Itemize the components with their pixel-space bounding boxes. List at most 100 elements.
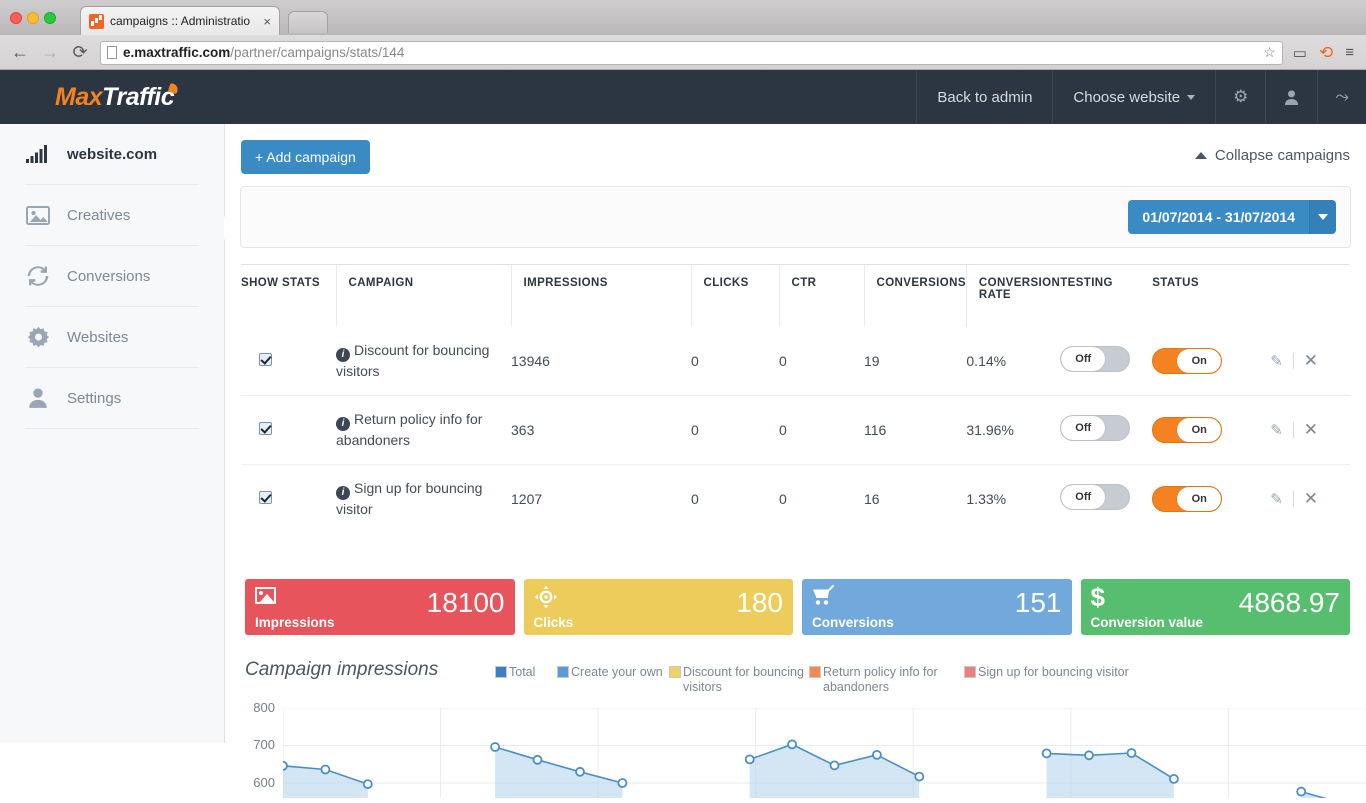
- campaign-name: Return policy info for abandoners: [336, 410, 483, 448]
- col-conversion-rate: CONVERSION RATE: [965, 264, 1061, 327]
- browser-tab[interactable]: campaigns :: Administratio ×: [80, 6, 280, 35]
- add-campaign-button[interactable]: + Add campaign: [241, 140, 370, 174]
- cell-conversions: 19: [864, 352, 880, 369]
- col-impressions: IMPRESSIONS: [510, 264, 691, 327]
- close-window-button[interactable]: [10, 12, 22, 24]
- page-info-icon: [107, 46, 117, 59]
- legend-label: Sign up for bouncing visitor: [978, 664, 1129, 679]
- delete-icon[interactable]: ✕: [1304, 351, 1318, 371]
- table-header: SHOW STATS CAMPAIGN IMPRESSIONS CLICKS C…: [241, 264, 1350, 327]
- sidebar-item-settings[interactable]: Settings: [25, 368, 199, 429]
- legend-swatch: [964, 665, 976, 678]
- logo-tail-icon: [167, 82, 180, 94]
- table-row: i Sign up for bouncing visitor 1207 0 0 16 1.3…: [241, 463, 1350, 533]
- forward-icon[interactable]: →: [40, 42, 60, 63]
- close-tab-icon[interactable]: ×: [263, 14, 271, 29]
- minimize-window-button[interactable]: [27, 12, 39, 24]
- cell-show-stats: [241, 327, 336, 395]
- settings-gear-button[interactable]: ⚙: [1215, 70, 1265, 124]
- edit-icon[interactable]: ✎: [1270, 490, 1283, 508]
- status-toggle[interactable]: On: [1152, 416, 1223, 443]
- sidebar-item-website[interactable]: website.com: [25, 124, 199, 185]
- kpi-label: Clicks: [533, 614, 574, 630]
- window-controls[interactable]: [10, 12, 56, 24]
- share-arrow-icon: ⤳: [1335, 87, 1349, 106]
- extension-icon[interactable]: ▭: [1293, 44, 1307, 62]
- back-to-admin-button[interactable]: Back to admin: [916, 70, 1052, 124]
- address-bar[interactable]: e.maxtraffic.com/partner/campaigns/stats…: [100, 40, 1283, 65]
- account-button[interactable]: [1265, 70, 1317, 124]
- cart-icon: [813, 584, 834, 605]
- legend-swatch: [669, 665, 681, 678]
- filter-panel: 01/07/2014 - 31/07/2014: [240, 186, 1351, 248]
- delete-icon[interactable]: ✕: [1304, 489, 1318, 509]
- edit-icon[interactable]: ✎: [1270, 352, 1283, 370]
- chevron-down-icon: [1318, 214, 1328, 220]
- cell-conversion-rate: 1.33%: [966, 463, 1061, 533]
- target-icon: [534, 585, 557, 608]
- url-path: /partner/campaigns/stats/144: [230, 45, 405, 60]
- maximize-window-button[interactable]: [44, 12, 56, 24]
- legend-item[interactable]: Total: [495, 665, 557, 681]
- sidebar-item-websites[interactable]: Websites: [25, 307, 199, 368]
- url-host: e.maxtraffic.com: [123, 45, 231, 60]
- show-stats-checkbox[interactable]: [259, 352, 272, 366]
- testing-toggle-label: Off: [1061, 485, 1106, 510]
- status-toggle[interactable]: On: [1152, 347, 1223, 374]
- info-icon[interactable]: i: [336, 416, 350, 431]
- cell-status: On ✎ ✕: [1152, 394, 1350, 465]
- legend-item[interactable]: Sign up for bouncing visitor: [964, 665, 1129, 681]
- date-range-value[interactable]: 01/07/2014 - 31/07/2014: [1128, 200, 1309, 234]
- cell-conversion-rate: 31.96%: [966, 394, 1061, 465]
- tab-title: campaigns :: Administratio: [110, 14, 251, 28]
- legend-item[interactable]: Discount for bouncing visitors: [669, 665, 809, 696]
- info-icon[interactable]: i: [336, 348, 350, 362]
- sidebar-item-conversions[interactable]: Conversions: [25, 246, 199, 307]
- cell-clicks: 0: [691, 352, 699, 369]
- kpi-label: Impressions: [255, 614, 335, 630]
- app-refresh-icon[interactable]: ⟲: [1319, 43, 1333, 63]
- gear-icon: ⚙: [1233, 87, 1249, 106]
- sidebar-item-label: Websites: [67, 328, 129, 346]
- status-toggle-label: On: [1177, 348, 1222, 373]
- toolbar-icons: ▭ ⟲ ≡: [1293, 43, 1356, 63]
- row-actions: ✎ ✕: [1270, 489, 1318, 509]
- user-icon: [25, 386, 51, 410]
- cell-ctr: 0: [779, 394, 864, 465]
- content-toolbar: + Add campaign Collapse campaigns: [225, 124, 1366, 186]
- sidebar-item-label: Conversions: [67, 267, 151, 285]
- campaign-name: Discount for bouncing visitors: [336, 342, 490, 379]
- delete-icon[interactable]: ✕: [1304, 420, 1318, 440]
- cell-impressions: 13946: [511, 352, 550, 369]
- url-text: e.maxtraffic.com/partner/campaigns/stats…: [123, 45, 404, 60]
- status-toggle[interactable]: On: [1152, 485, 1223, 512]
- date-range-picker[interactable]: 01/07/2014 - 31/07/2014: [1128, 200, 1336, 234]
- edit-icon[interactable]: ✎: [1270, 421, 1283, 439]
- bookmark-star-icon[interactable]: ☆: [1263, 44, 1276, 61]
- choose-website-dropdown[interactable]: Choose website: [1052, 70, 1215, 124]
- legend-item[interactable]: Create your own: [557, 665, 669, 681]
- new-tab-button[interactable]: [288, 11, 328, 33]
- logout-button[interactable]: ⤳: [1317, 70, 1366, 124]
- info-icon[interactable]: i: [336, 485, 350, 500]
- show-stats-checkbox[interactable]: [259, 421, 272, 435]
- testing-toggle[interactable]: Off: [1060, 346, 1131, 373]
- collapse-campaigns-button[interactable]: Collapse campaigns: [1194, 140, 1350, 164]
- back-icon[interactable]: ←: [10, 42, 30, 63]
- collapse-campaigns-label: Collapse campaigns: [1214, 147, 1350, 164]
- sidebar-item-creatives[interactable]: Creatives: [25, 185, 199, 246]
- cell-clicks: 0: [691, 463, 779, 533]
- browser-menu-icon[interactable]: ≡: [1345, 44, 1354, 61]
- cell-impressions: 363: [511, 394, 691, 465]
- testing-toggle[interactable]: Off: [1060, 415, 1131, 442]
- reload-icon[interactable]: ⟳: [70, 42, 90, 63]
- chart-title: Campaign impressions: [245, 658, 439, 680]
- legend-item[interactable]: Return policy info for abandoners: [809, 665, 964, 696]
- date-range-dropdown-button[interactable]: [1309, 200, 1336, 234]
- maxtraffic-logo[interactable]: MaxTraffic: [55, 82, 180, 112]
- table-row: i Return policy info for abandoners 363 0 0 1…: [241, 394, 1350, 465]
- show-stats-checkbox[interactable]: [259, 490, 272, 504]
- legend-swatch: [809, 665, 821, 678]
- table-body: i Discount for bouncing visitors 13946 0 0 19…: [241, 327, 1350, 533]
- testing-toggle[interactable]: Off: [1060, 484, 1131, 511]
